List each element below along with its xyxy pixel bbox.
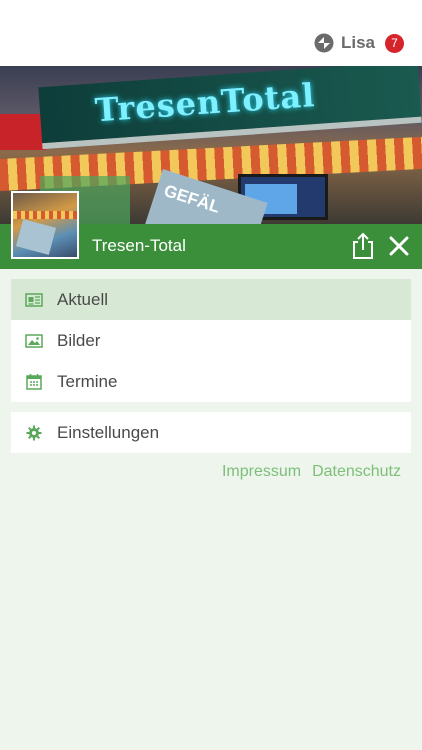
settings-menu: Einstellungen — [11, 412, 411, 453]
datenschutz-link[interactable]: Datenschutz — [312, 463, 401, 481]
share-icon[interactable] — [350, 232, 376, 260]
photo-red-sign — [0, 114, 46, 150]
image-icon — [25, 332, 43, 350]
menu-item-label: Bilder — [57, 330, 101, 350]
thumbnail-awning — [13, 211, 77, 219]
menu-item-aktuell[interactable]: Aktuell — [11, 279, 411, 320]
menu-item-label: Einstellungen — [57, 422, 160, 442]
user-name: Lisa — [340, 33, 375, 52]
main-menu: Aktuell Bilder Termine — [11, 279, 411, 402]
menu-item-label: Aktuell — [57, 289, 109, 309]
menu-item-einstellungen[interactable]: Einstellungen — [11, 412, 411, 453]
photo-sign-text: TresenTotal — [93, 76, 317, 130]
menu-item-label: Termine — [57, 371, 118, 391]
gear-icon — [25, 424, 43, 442]
photo-neon-sign: TresenTotal — [38, 66, 422, 150]
footer-links: Impressum Datenschutz — [222, 463, 401, 481]
menu-item-termine[interactable]: Termine — [11, 361, 411, 402]
notification-badge[interactable]: 7 — [385, 33, 404, 53]
menu-item-bilder[interactable]: Bilder — [11, 320, 411, 361]
close-icon[interactable] — [388, 235, 410, 257]
venue-title: Tresen-Total — [92, 236, 186, 255]
calendar-icon — [25, 373, 43, 391]
user-menu[interactable]: Lisa 7 — [314, 33, 404, 53]
venue-thumbnail[interactable] — [11, 191, 79, 259]
thumbnail-card — [15, 219, 57, 255]
app-logo-icon — [314, 33, 334, 53]
impressum-link[interactable]: Impressum — [222, 463, 301, 481]
top-bar: Lisa 7 — [0, 0, 422, 66]
photo-card-text: GEFÄL — [161, 180, 223, 217]
newspaper-icon — [25, 291, 43, 309]
